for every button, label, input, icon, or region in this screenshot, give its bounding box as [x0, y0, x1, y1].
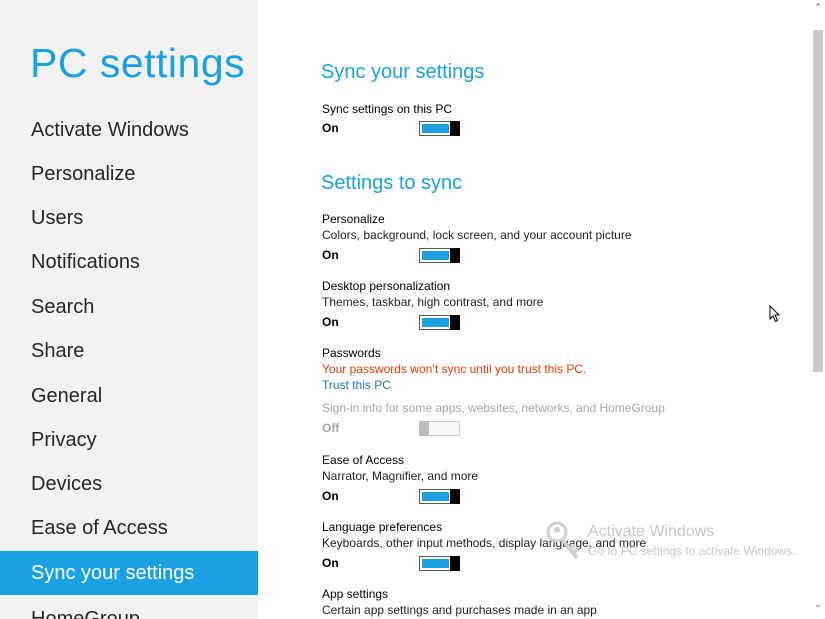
sidebar-item-personalize[interactable]: Personalize	[0, 152, 258, 196]
sidebar-item-devices[interactable]: Devices	[0, 462, 258, 506]
toggle-state: On	[322, 315, 339, 329]
passwords-toggle[interactable]	[419, 421, 460, 436]
setting-label: Passwords	[322, 346, 381, 360]
mouse-pointer-icon	[769, 305, 781, 323]
setting-description: Sign-in info for some apps, websites, ne…	[322, 401, 665, 415]
setting-label: Desktop personalization	[322, 279, 451, 293]
app-title: PC settings	[30, 40, 246, 86]
sidebar-item-search[interactable]: Search	[0, 285, 258, 329]
toggle-state: On	[322, 556, 339, 570]
language-preferences-toggle[interactable]	[419, 556, 460, 571]
chevron-down-icon[interactable]: ⌄	[811, 599, 825, 611]
setting-description: Colors, background, lock screen, and you…	[322, 228, 632, 242]
sidebar-item-activate-windows[interactable]: Activate Windows	[0, 108, 258, 152]
toggle-state: Off	[322, 421, 340, 435]
personalize-toggle[interactable]	[419, 248, 460, 263]
chevron-up-icon[interactable]: ⌃	[811, 2, 825, 14]
setting-label: App settings	[322, 587, 389, 601]
sidebar-item-ease-of-access[interactable]: Ease of Access	[0, 506, 258, 550]
sidebar-item-sync-your-settings[interactable]: Sync your settings	[0, 551, 258, 595]
personalize-setting: Personalize Colors, background, lock scr…	[322, 211, 792, 268]
settings-to-sync-heading: Settings to sync	[321, 172, 463, 194]
passwords-warning: Your passwords won’t sync until you trus…	[322, 362, 587, 376]
ease-of-access-setting: Ease of Access Narrator, Magnifier, and …	[322, 452, 792, 509]
language-preferences-setting: Language preferences Keyboards, other in…	[322, 519, 792, 576]
sidebar-item-privacy[interactable]: Privacy	[0, 418, 258, 462]
desktop-personalization-toggle[interactable]	[419, 315, 460, 330]
page-heading: Sync your settings	[321, 61, 485, 83]
app-settings-setting: App settings Certain app settings and pu…	[322, 586, 792, 619]
sidebar: PC settings Activate Windows Personalize…	[0, 0, 258, 619]
passwords-setting: Passwords Your passwords won’t sync unti…	[322, 345, 792, 441]
sidebar-item-share[interactable]: Share	[0, 329, 258, 373]
toggle-state: On	[322, 248, 339, 262]
vertical-scrollbar[interactable]: ⌃ ⌄	[811, 0, 825, 619]
sync-on-pc-setting: Sync settings on this PC On	[322, 101, 792, 141]
setting-label: Language preferences	[322, 520, 443, 534]
sidebar-item-notifications[interactable]: Notifications	[0, 240, 258, 284]
setting-label: Personalize	[322, 212, 385, 226]
sidebar-item-general[interactable]: General	[0, 374, 258, 418]
trust-this-pc-link[interactable]: Trust this PC	[322, 377, 792, 394]
setting-description: Keyboards, other input methods, display …	[322, 536, 647, 550]
sidebar-item-homegroup[interactable]: HomeGroup	[0, 597, 258, 619]
sync-on-pc-toggle[interactable]	[419, 121, 460, 136]
ease-of-access-toggle[interactable]	[419, 489, 460, 504]
setting-label: Ease of Access	[322, 453, 405, 467]
setting-description: Themes, taskbar, high contrast, and more	[322, 295, 544, 309]
desktop-personalization-setting: Desktop personalization Themes, taskbar,…	[322, 278, 792, 335]
setting-description: Narrator, Magnifier, and more	[322, 469, 479, 483]
setting-description: Certain app settings and purchases made …	[322, 603, 597, 617]
setting-label: Sync settings on this PC	[322, 102, 453, 116]
toggle-state: On	[322, 489, 339, 503]
toggle-state: On	[322, 121, 339, 135]
scrollbar-thumb[interactable]	[813, 30, 823, 372]
sidebar-item-users[interactable]: Users	[0, 196, 258, 240]
main-content: Sync your settings Sync settings on this…	[258, 0, 810, 619]
